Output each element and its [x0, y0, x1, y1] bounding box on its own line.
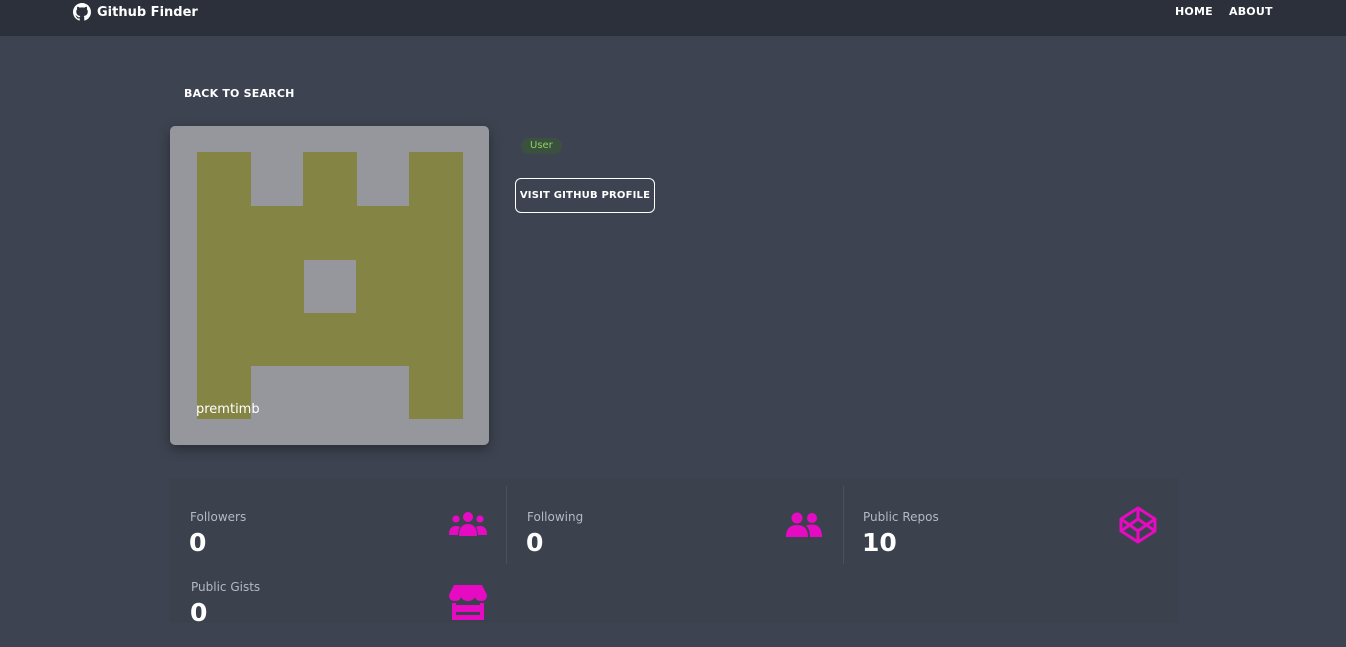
visit-github-profile-button[interactable]: VISIT GITHUB PROFILE — [515, 178, 655, 213]
navbar: Github Finder HOME ABOUT — [0, 0, 1346, 36]
stat-followers: Followers 0 — [170, 486, 506, 570]
stat-public-repos: Public Repos 10 — [843, 486, 1179, 570]
codepen-icon — [1119, 506, 1157, 544]
back-to-search-button[interactable]: BACK TO SEARCH — [184, 87, 295, 100]
brand-title: Github Finder — [97, 4, 198, 20]
stat-value: 0 — [526, 528, 544, 557]
stat-title: Public Repos — [863, 510, 939, 524]
stat-public-gists: Public Gists 0 — [170, 563, 506, 647]
identicon-image — [170, 126, 489, 445]
brand-link[interactable]: Github Finder — [73, 3, 198, 21]
stat-value: 0 — [189, 528, 207, 557]
nav-link-about[interactable]: ABOUT — [1229, 5, 1273, 18]
users-icon — [449, 512, 487, 536]
store-icon — [449, 585, 487, 620]
stat-title: Followers — [190, 510, 247, 524]
user-friends-icon — [786, 512, 822, 537]
stats-panel: Followers 0 Following 0 Public Repos 10 … — [170, 478, 1179, 627]
stat-title: Following — [527, 510, 584, 524]
stat-following: Following 0 — [507, 486, 843, 570]
username-label: premtimb — [196, 402, 260, 417]
nav-link-home[interactable]: HOME — [1175, 5, 1213, 18]
stat-value: 10 — [862, 528, 897, 557]
github-icon — [73, 3, 91, 21]
avatar: premtimb — [170, 126, 489, 445]
stat-title: Public Gists — [191, 580, 261, 594]
visit-github-profile-label: VISIT GITHUB PROFILE — [519, 190, 651, 201]
user-type-badge: User — [521, 138, 562, 154]
